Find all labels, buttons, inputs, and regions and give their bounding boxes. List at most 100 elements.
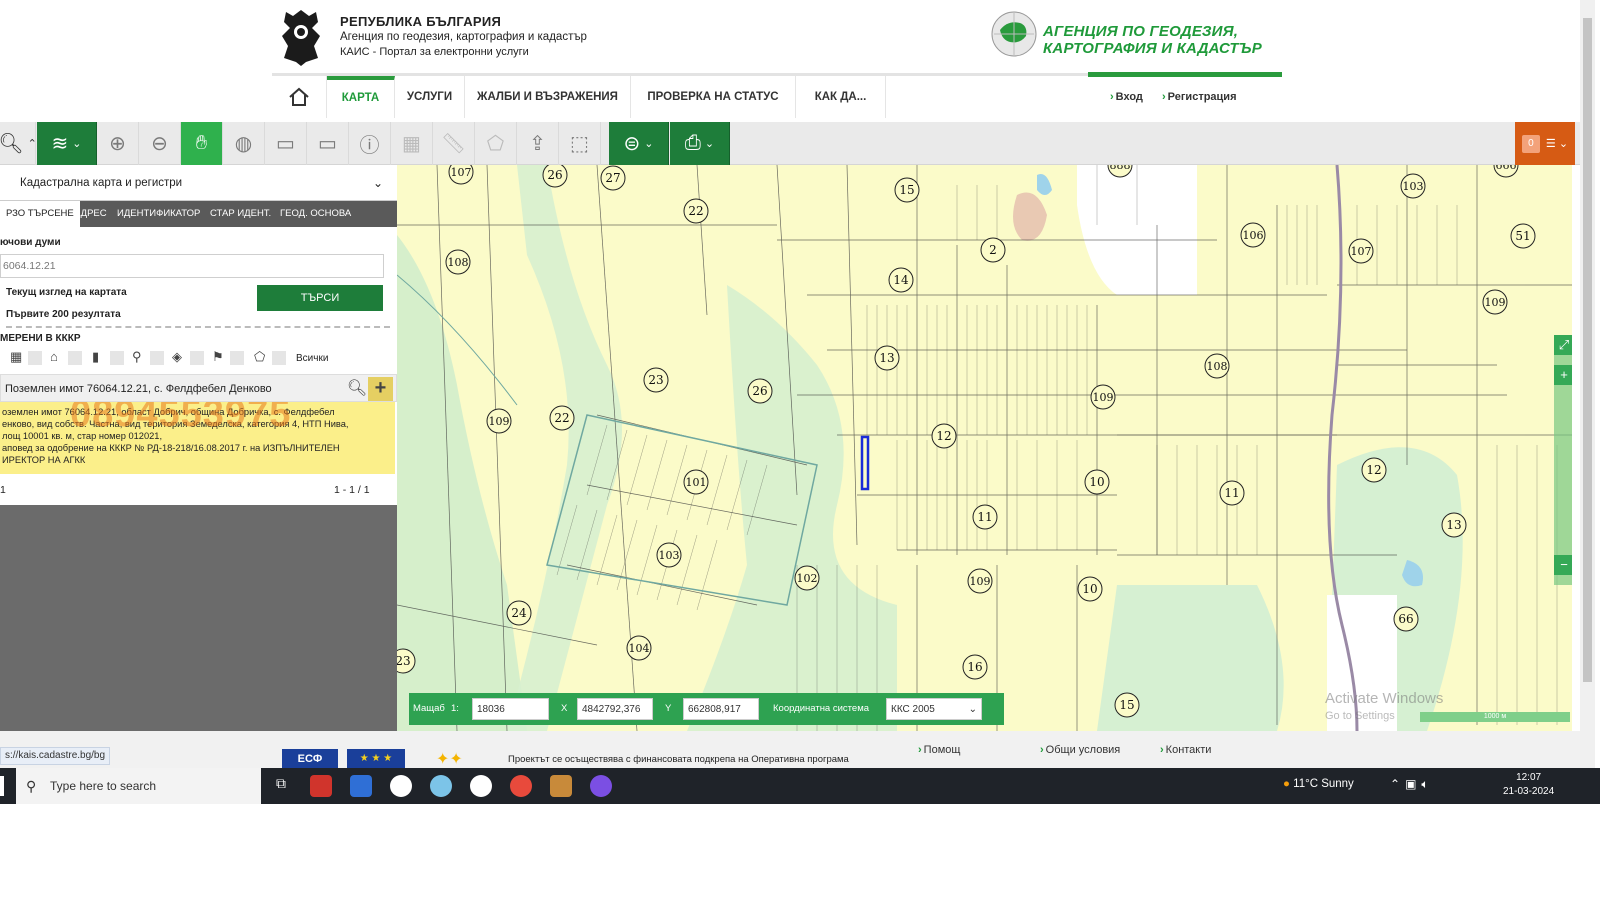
filter-checkbox[interactable] (68, 351, 82, 365)
pager-page[interactable]: 1 (0, 484, 6, 496)
print-button[interactable]: ⎙ ⌄ (670, 122, 730, 165)
zoom-in-button[interactable]: ⊕ (97, 122, 139, 165)
weather-widget[interactable]: ● 11°C Sunny (1283, 778, 1354, 790)
zoom-box-in-button[interactable]: ▭ (265, 122, 307, 165)
search-tabs: РЗО ТЪРСЕНЕ АДРЕС ИДЕНТИФИКАТОР СТАР ИДЕ… (0, 201, 397, 227)
option-current-view[interactable]: Текущ изглед на картата (6, 287, 127, 298)
terms-link[interactable]: › Общи условия (1040, 744, 1120, 756)
help-link[interactable]: › Помощ (918, 744, 960, 756)
map-zoom-slider[interactable]: ⤢ + − (1554, 335, 1572, 585)
scrollbar-thumb[interactable] (1583, 18, 1592, 682)
archive-icon[interactable] (550, 775, 572, 797)
search-icon[interactable]: 🔍︎ (346, 378, 368, 400)
pan-button[interactable]: ✋︎ (181, 122, 223, 165)
system-tray[interactable]: ⌃▣🔈︎ (1390, 777, 1434, 792)
scale-input[interactable]: 18036 (472, 698, 549, 720)
brand-line-1: АГЕНЦИЯ ПО ГЕОДЕЗИЯ, (1043, 23, 1239, 40)
wps-office-icon[interactable] (310, 775, 332, 797)
calculator-icon[interactable] (350, 775, 372, 797)
apartment-icon[interactable]: ▮ (92, 349, 99, 365)
zoom-box-out-button[interactable]: ▭ (307, 122, 349, 165)
fullscreen-icon[interactable]: ⤢ (1554, 335, 1572, 355)
full-extent-button[interactable]: ◍ (223, 122, 265, 165)
y-coordinate-field[interactable]: 662808,917 (683, 698, 759, 720)
parcel-label-text: 27 (605, 171, 620, 185)
plus-icon[interactable]: + (368, 377, 393, 401)
all-filter-label[interactable]: Всички (296, 353, 328, 364)
tab-old-identifier[interactable]: СТАР ИДЕНТ. (204, 201, 277, 227)
contacts-link[interactable]: › Контакти (1160, 744, 1211, 756)
page-scrollbar[interactable] (1580, 0, 1595, 768)
keywords-input[interactable]: 6064.12.21 (0, 254, 384, 278)
search-panel: Кадастрална карта и регистри ⌄ РЗО ТЪРСЕ… (0, 165, 397, 731)
player-icon[interactable] (470, 775, 492, 797)
parcel-label-text: 15 (1119, 698, 1134, 712)
parcel-label: 27 (600, 165, 626, 191)
nav-services[interactable]: УСЛУГИ (395, 76, 465, 118)
filter-checkbox[interactable] (272, 351, 286, 365)
map-canvas[interactable]: 107 26 27 22 15 888 103 108 14 2 106 107 109 13 23 26 10… (397, 165, 1572, 731)
x-coordinate-field[interactable]: 4842792,376 (577, 698, 653, 720)
measure-distance-button[interactable]: 📏︎ (433, 122, 475, 165)
building-icon[interactable]: ⌂ (50, 349, 58, 364)
parcel-label-text: 66 (1398, 612, 1413, 626)
parcel-label-text: 24 (511, 606, 527, 620)
select-area-button[interactable]: ⬚ (559, 122, 601, 165)
filter-checkbox[interactable] (150, 351, 164, 365)
parcel-label-text: 103 (659, 549, 680, 562)
filter-checkbox[interactable] (28, 351, 42, 365)
taskbar-search[interactable]: ⚲ Type here to search (16, 768, 261, 804)
parcel-label: 13 (1441, 512, 1467, 538)
layers-button[interactable]: ≋ ⌄ (37, 122, 97, 165)
zoom-in-icon: ⊕ (109, 133, 126, 155)
nav-map[interactable]: КАРТА (327, 76, 395, 118)
nav-status-check[interactable]: ПРОВЕРКА НА СТАТУС (631, 76, 796, 118)
crs-select[interactable]: ККС 2005 ⌄ (886, 698, 982, 720)
login-link[interactable]: › Вход (1110, 76, 1143, 118)
media-icon[interactable] (390, 775, 412, 797)
tab-identifier[interactable]: ИДЕНТИФИКАТОР (111, 201, 206, 227)
viber-icon[interactable] (590, 775, 612, 797)
zoom-in-control[interactable]: + (1554, 365, 1572, 385)
cart-button[interactable]: 0 ☰ ⌄ (1515, 122, 1575, 165)
grid-icon[interactable]: ▦ (10, 349, 22, 365)
result-pager: 1 1 - 1 / 1 (0, 477, 397, 505)
survey-mark-icon[interactable]: ⚑ (212, 349, 224, 365)
zoom-out-button[interactable]: ⊖ (139, 122, 181, 165)
filter-checkbox[interactable] (190, 351, 204, 365)
browser-icon[interactable] (430, 775, 452, 797)
option-first-results[interactable]: Първите 200 резултата (6, 309, 121, 320)
start-button[interactable] (0, 776, 4, 796)
zoom-out-control[interactable]: − (1554, 555, 1572, 575)
parcel-label: 109 (486, 408, 512, 434)
register-link[interactable]: › Регистрация (1162, 76, 1236, 118)
filter-checkbox[interactable] (230, 351, 244, 365)
layer-info-button[interactable]: ⊜ ⌄ (609, 122, 669, 165)
tab-address[interactable]: АДРЕС (68, 201, 113, 227)
nav-home[interactable] (272, 76, 327, 118)
parcel-label-text: 107 (451, 166, 472, 179)
nav-how-to[interactable]: КАК ДА... (796, 76, 886, 118)
task-view-icon[interactable]: ⧉ (270, 775, 292, 797)
parcel-label: 109 (967, 568, 993, 594)
chrome-icon[interactable] (510, 775, 532, 797)
layer-select[interactable]: Кадастрална карта и регистри ⌄ (0, 165, 397, 201)
table-button[interactable]: ▦ (391, 122, 433, 165)
layers-icon[interactable]: ◈ (172, 349, 182, 365)
result-row[interactable]: Поземлен имот 76064.12.21, с. Фелдфебел … (0, 374, 397, 402)
parcel-label-text: 51 (1515, 229, 1530, 243)
cadastral-map[interactable]: 107 26 27 22 15 888 103 108 14 2 106 107 109 13 23 26 10… (397, 165, 1572, 731)
parcel-label: 16 (962, 654, 988, 680)
nav-complaints[interactable]: ЖАЛБИ И ВЪЗРАЖЕНИЯ (465, 76, 631, 118)
info-button[interactable]: ⓘ (349, 122, 391, 165)
search-button[interactable]: ТЪРСИ (257, 285, 383, 311)
upload-button[interactable]: ⇪ (517, 122, 559, 165)
polygon-icon[interactable]: ⬠ (254, 349, 265, 365)
parcel-label: 11 (972, 504, 998, 530)
location-pin-icon[interactable]: ⚲ (132, 349, 142, 365)
taskbar-clock[interactable]: 12:07 21-03-2024 (1503, 771, 1554, 799)
filter-checkbox[interactable] (110, 351, 124, 365)
search-toggle-button[interactable]: 🔍︎ ⌃ (0, 122, 37, 165)
measure-area-button[interactable]: ⬠ (475, 122, 517, 165)
tab-geodetic-base[interactable]: ГЕОД. ОСНОВА (274, 201, 357, 227)
